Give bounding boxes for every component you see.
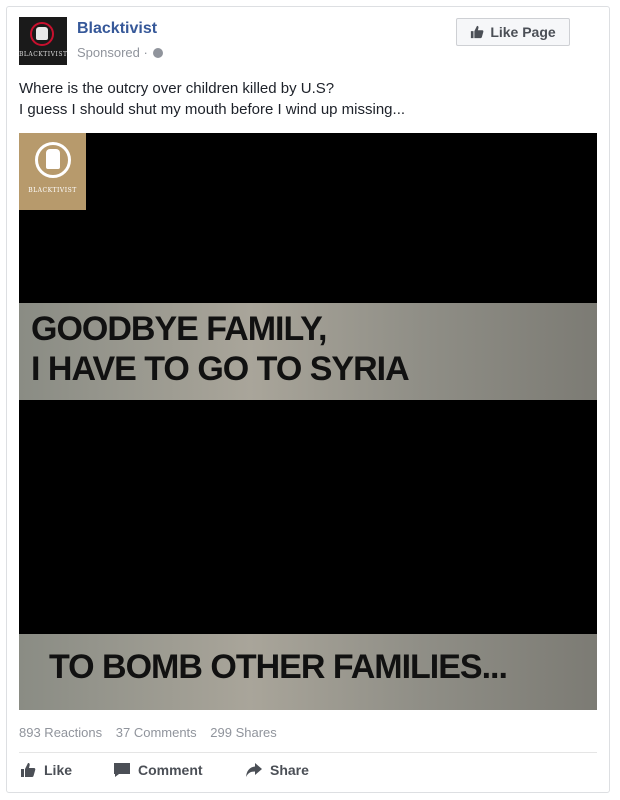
divider <box>19 752 597 753</box>
comments-count[interactable]: 37 Comments <box>116 725 197 740</box>
avatar-logo-text: BLACKTIVIST <box>19 51 67 58</box>
redaction-block-top <box>86 133 597 303</box>
like-page-label: Like Page <box>490 24 556 40</box>
action-bar: Like Comment Share <box>19 762 597 784</box>
globe-icon <box>153 48 164 58</box>
like-label: Like <box>44 762 73 778</box>
redaction-block-middle <box>19 400 597 634</box>
fist-icon <box>36 27 48 40</box>
engagement-stats: 893 Reactions 37 Comments 299 Shares <box>19 725 287 740</box>
media-logo: BLACKTIVIST <box>19 133 86 210</box>
comment-label: Comment <box>138 762 203 778</box>
message-line-1: Where is the outcry over children killed… <box>19 80 335 97</box>
like-page-button[interactable]: Like Page <box>456 18 570 46</box>
share-label: Share <box>270 762 309 778</box>
thumbs-up-icon <box>21 763 36 777</box>
media-logo-text: BLACKTIVIST <box>28 187 77 194</box>
comment-button[interactable]: Comment <box>113 762 203 778</box>
page-avatar[interactable]: BLACKTIVIST <box>19 17 67 65</box>
share-icon <box>246 763 262 777</box>
fist-icon <box>46 149 60 169</box>
post-media-image[interactable]: GOODBYE FAMILY, I HAVE TO GO TO SYRIA TO… <box>19 133 597 710</box>
sponsored-separator: · <box>143 45 148 60</box>
sponsored-line: Sponsored · <box>77 45 164 60</box>
caption-line-2: I HAVE TO GO TO SYRIA <box>31 350 410 388</box>
thumbs-up-icon <box>471 25 484 39</box>
post-message: Where is the outcry over children killed… <box>19 78 589 120</box>
share-button[interactable]: Share <box>245 762 309 778</box>
reactions-count[interactable]: 893 Reactions <box>19 725 102 740</box>
like-button[interactable]: Like <box>19 762 72 778</box>
sponsored-label[interactable]: Sponsored <box>77 45 140 60</box>
page-name-link[interactable]: Blacktivist <box>77 20 157 38</box>
caption-line-3: TO BOMB OTHER FAMILIES... <box>49 648 508 686</box>
redaction-block-left <box>19 210 89 303</box>
message-line-2: I guess I should shut my mouth before I … <box>19 101 406 118</box>
shares-count[interactable]: 299 Shares <box>210 725 277 740</box>
caption-line-1: GOODBYE FAMILY, <box>31 310 327 348</box>
comment-icon <box>114 763 130 777</box>
